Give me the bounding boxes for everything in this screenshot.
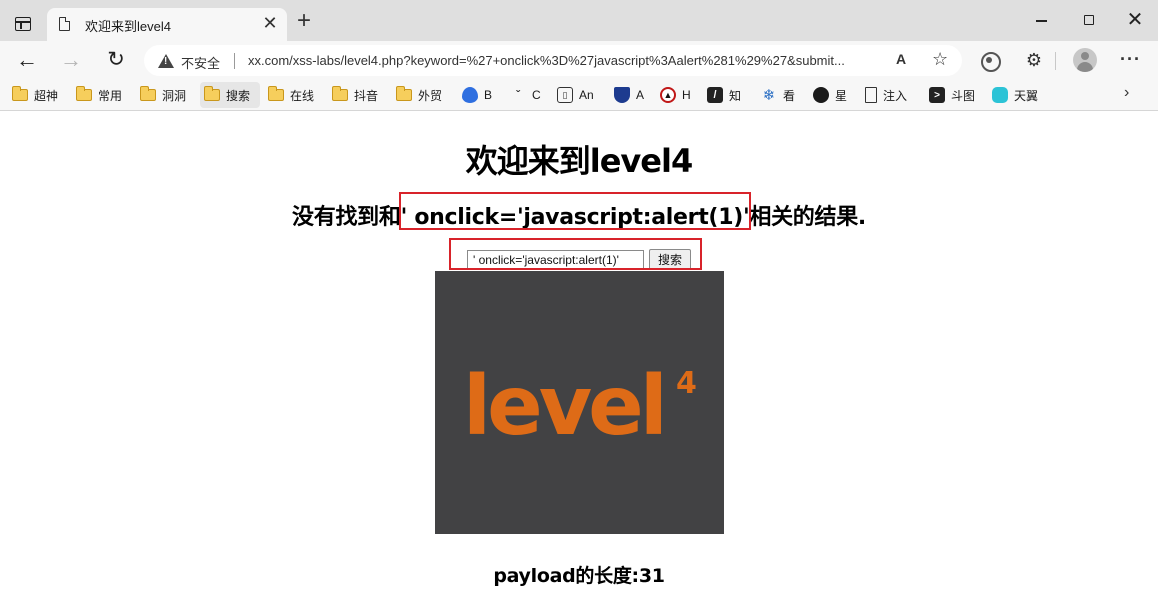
- bookmark-an[interactable]: ▯ An: [553, 82, 594, 108]
- bookmarks-bar: 超神 常用 洞洞 搜索 在线 抖音 外贸 B ˇ C ▯ An A ▲ H / …: [0, 79, 1158, 111]
- address-divider: [234, 53, 235, 69]
- bookmark-zhuru[interactable]: 注入: [861, 82, 907, 108]
- page-icon: [59, 16, 71, 31]
- bookmark-label: An: [579, 88, 594, 102]
- bookmark-folder-douyin[interactable]: 抖音: [328, 82, 378, 108]
- forward-button[interactable]: →: [58, 47, 84, 73]
- highlight-box-result: [399, 192, 751, 230]
- level-logo-number: 4: [676, 366, 697, 401]
- folder-icon: [268, 86, 284, 101]
- bookmarks-overflow-chevron-icon[interactable]: ›: [1124, 84, 1129, 102]
- bookmark-label: 斗图: [951, 88, 976, 103]
- bookmark-folder-zaixian[interactable]: 在线: [264, 82, 314, 108]
- window-maximize-button[interactable]: [1084, 15, 1094, 25]
- reload-button[interactable]: ↻: [103, 47, 129, 73]
- bookmark-label: B: [484, 88, 493, 102]
- bookmark-label: 看: [783, 88, 796, 103]
- window-close-button[interactable]: ✕: [1124, 9, 1146, 31]
- tab-actions-icon[interactable]: [15, 17, 31, 31]
- highlight-box-form: [449, 238, 702, 270]
- caret-icon: ˇ: [516, 88, 520, 102]
- bookmark-label: 超神: [34, 88, 59, 103]
- browser-toolbar: ← → ↻ 不安全 xx.com/xss-labs/level4.php?key…: [0, 41, 1158, 79]
- terminal-icon: >: [929, 87, 945, 103]
- bookmark-c[interactable]: ˇ C: [506, 82, 541, 108]
- bookmark-label: H: [682, 88, 691, 102]
- profile-avatar[interactable]: [1073, 48, 1097, 72]
- folder-icon: [204, 86, 220, 101]
- level-logo-text: level: [463, 359, 664, 454]
- page-title: 欢迎来到level4: [465, 142, 693, 180]
- zhihu-icon: /: [707, 87, 723, 103]
- folder-icon: [12, 86, 28, 101]
- extensions-icon[interactable]: ⚙: [1024, 50, 1044, 70]
- folder-icon: [332, 86, 348, 101]
- bookmark-label: A: [636, 88, 645, 102]
- result-suffix: 相关的结果.: [749, 205, 866, 230]
- more-menu-icon[interactable]: ···: [1120, 50, 1140, 70]
- result-prefix: 没有找到和: [292, 205, 401, 230]
- flame-icon: [462, 87, 478, 103]
- cloud-icon: [992, 87, 1008, 103]
- bookmark-label: 在线: [290, 88, 315, 103]
- bookmark-label: 搜索: [226, 88, 251, 103]
- payload-length: payload的长度:31: [493, 565, 665, 587]
- bookmark-b[interactable]: B: [458, 82, 492, 108]
- tab-title: 欢迎来到level4: [85, 19, 171, 34]
- bookmark-label: 注入: [883, 88, 908, 103]
- bookmark-zhi[interactable]: / 知: [703, 82, 741, 108]
- snowflake-icon: ❄: [762, 87, 776, 104]
- bookmark-label: 抖音: [354, 88, 379, 103]
- folder-icon: [396, 86, 412, 101]
- page-icon: [865, 87, 877, 103]
- window-minimize-button[interactable]: [1036, 20, 1047, 22]
- toolbar-divider: [1055, 52, 1056, 70]
- browser-title-bar: 欢迎来到level4 ✕ + ✕: [0, 0, 1158, 41]
- bookmark-label: 星: [835, 88, 848, 103]
- bookmark-label: C: [532, 88, 541, 102]
- bookmark-label: 常用: [98, 88, 123, 103]
- book-icon: ▯: [557, 87, 573, 103]
- bookmark-folder-changyong[interactable]: 常用: [72, 82, 122, 108]
- tracking-prevention-icon[interactable]: [979, 50, 1001, 72]
- bookmark-folder-dongdong[interactable]: 洞洞: [136, 82, 186, 108]
- level-logo: level 4: [463, 359, 697, 454]
- tab-close-icon[interactable]: ✕: [261, 14, 279, 32]
- page-content: 欢迎来到level4 没有找到和' onclick='javascript:al…: [0, 111, 1158, 592]
- add-favorite-icon[interactable]: ☆: [932, 49, 948, 70]
- bookmark-label: 洞洞: [162, 88, 187, 103]
- bookmark-h[interactable]: ▲ H: [656, 82, 691, 108]
- h-logo-icon: ▲: [660, 87, 676, 103]
- bookmark-kan[interactable]: ❄ 看: [757, 82, 795, 108]
- github-icon: [813, 87, 829, 103]
- bookmark-folder-chaoshen[interactable]: 超神: [8, 82, 58, 108]
- warning-icon[interactable]: [158, 54, 174, 68]
- bookmark-label: 外贸: [418, 88, 443, 103]
- address-bar[interactable]: 不安全 xx.com/xss-labs/level4.php?keyword=%…: [144, 45, 962, 76]
- back-button[interactable]: ←: [14, 47, 40, 73]
- bookmark-doutu[interactable]: > 斗图: [925, 82, 975, 108]
- read-aloud-icon[interactable]: A: [896, 51, 906, 67]
- security-label[interactable]: 不安全: [181, 53, 220, 72]
- bookmark-label: 天翼: [1014, 88, 1039, 103]
- new-tab-button[interactable]: +: [294, 9, 314, 33]
- folder-icon: [76, 86, 92, 101]
- bookmark-xing[interactable]: 星: [809, 82, 847, 108]
- bookmark-a[interactable]: A: [610, 82, 644, 108]
- url-text[interactable]: xx.com/xss-labs/level4.php?keyword=%27+o…: [248, 53, 888, 68]
- bookmark-folder-waimao[interactable]: 外贸: [392, 82, 442, 108]
- bookmark-tianyi[interactable]: 天翼: [988, 82, 1038, 108]
- browser-tab-active[interactable]: 欢迎来到level4 ✕: [47, 8, 287, 41]
- folder-icon: [140, 86, 156, 101]
- shield-icon: [614, 87, 630, 103]
- level-image: level 4: [435, 271, 724, 534]
- bookmark-folder-search[interactable]: 搜索: [200, 82, 260, 108]
- bookmark-label: 知: [729, 88, 742, 103]
